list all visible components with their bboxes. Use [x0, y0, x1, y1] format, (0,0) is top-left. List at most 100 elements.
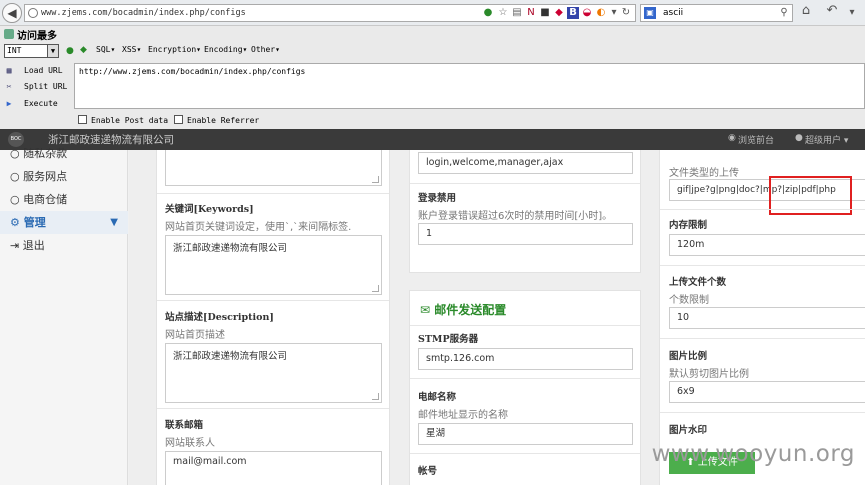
- allowed-methods-value: login,welcome,manager,ajax: [426, 157, 564, 168]
- split-url-button[interactable]: ✂ Split URL: [0, 79, 70, 95]
- sender-input[interactable]: 星湖: [418, 423, 633, 445]
- menu-other[interactable]: Other▾: [251, 45, 280, 54]
- textarea-top[interactable]: [165, 150, 382, 186]
- divider: [660, 209, 865, 210]
- addon-red-icon[interactable]: ◆: [553, 7, 565, 19]
- hackbar-type-select[interactable]: INT ▼: [4, 44, 59, 58]
- sender-value: 星湖: [426, 428, 446, 439]
- general-config-panel: 关键词[Keywords] 网站首页关键词设定，使用`,`来间隔标签. 浙江邮政…: [156, 150, 390, 485]
- mail-section-title: ✉ 邮件发送配置: [420, 301, 506, 318]
- load-url-button[interactable]: ▦ Load URL: [0, 63, 70, 79]
- keywords-label: 关键词[Keywords]: [165, 204, 254, 215]
- smtp-input[interactable]: smtp.126.com: [418, 348, 633, 370]
- allowed-methods-input[interactable]: login,welcome,manager,ajax: [418, 152, 633, 174]
- keywords-value: 浙江邮政速递物流有限公司: [173, 243, 288, 254]
- url-text: www.zjems.com/bocadmin/index.php/configs: [41, 8, 246, 18]
- upload-config-panel: 文件类型的上传 gif|jpe?g|png|doc?|mp?|zip|pdf|p…: [659, 150, 865, 485]
- addon-shield-icon[interactable]: ◐: [595, 7, 607, 19]
- enable-referrer-checkbox[interactable]: Enable Referrer: [174, 115, 259, 126]
- enable-post-label: Enable Post data: [91, 116, 169, 125]
- email-textarea[interactable]: mail@mail.com: [165, 451, 382, 485]
- home-icon[interactable]: ⌂: [800, 4, 812, 17]
- decrease-icon[interactable]: ●: [66, 46, 74, 56]
- file-count-hint: 个数限制: [669, 295, 709, 306]
- history-back-icon[interactable]: ↶: [826, 4, 838, 17]
- user-icon: ●: [795, 133, 803, 143]
- hackbar-url-textarea[interactable]: http://www.zjems.com/bocadmin/index.php/…: [74, 63, 865, 109]
- back-icon[interactable]: ◀: [2, 3, 22, 23]
- sidebar-item-label: 管理: [23, 216, 46, 229]
- search-engine-icon: ▣: [644, 7, 656, 19]
- file-count-input[interactable]: 10: [669, 307, 865, 329]
- enable-referrer-label: Enable Referrer: [187, 116, 260, 125]
- view-front-icon: ◉: [728, 133, 736, 143]
- ban-label: 登录禁用: [418, 193, 457, 204]
- keywords-textarea[interactable]: 浙江邮政速递物流有限公司: [165, 235, 382, 295]
- search-input[interactable]: ▣ ascii: [640, 4, 793, 22]
- image-watermark-label: 图片水印: [669, 425, 708, 436]
- addon-b-icon[interactable]: B: [567, 7, 579, 19]
- sidebar: ○ 随私杂款 ○ 服务网点 ○ 电商仓储 ⚙ 管理 ▼ ⇥ 退出: [0, 147, 128, 485]
- login-config-panel: login,welcome,manager,ajax 登录禁用 账户登录错误超过…: [409, 150, 641, 273]
- file-count-value: 10: [677, 312, 690, 323]
- go-icon[interactable]: ●: [482, 7, 494, 19]
- image-ratio-input[interactable]: 6x9: [669, 381, 865, 403]
- reader-icon[interactable]: ▤: [511, 7, 523, 19]
- browser-toolbar: ◀ www.zjems.com/bocadmin/index.php/confi…: [0, 0, 865, 26]
- increase-icon[interactable]: ◆: [80, 45, 87, 55]
- sidebar-item-label: 电商仓储: [23, 193, 68, 206]
- description-hint: 网站首页描述: [165, 330, 225, 341]
- menu-encoding[interactable]: Encoding▾: [204, 45, 247, 54]
- memory-value: 120m: [677, 239, 705, 250]
- config-content: 关键词[Keywords] 网站首页关键词设定，使用`,`来间隔标签. 浙江邮政…: [129, 150, 865, 485]
- sidebar-item-service-points[interactable]: ○ 服务网点: [0, 165, 128, 188]
- menu-sql[interactable]: SQL▾: [96, 45, 115, 54]
- addon-pocket-icon[interactable]: ◒: [581, 7, 593, 19]
- user-menu[interactable]: 超级用户 ▾: [805, 133, 848, 146]
- menu-dropdown-icon[interactable]: ▾: [846, 7, 858, 19]
- file-count-label: 上传文件个数: [669, 277, 727, 288]
- divider: [660, 338, 865, 339]
- execute-button[interactable]: ▶ Execute: [0, 96, 70, 112]
- sidebar-item-warehouse[interactable]: ○ 电商仓储: [0, 188, 128, 211]
- sidebar-item-logout[interactable]: ⇥ 退出: [0, 234, 128, 257]
- app-header: BOC 浙江邮政速递物流有限公司 ◉ 浏览前台 ● 超级用户 ▾: [0, 129, 865, 150]
- bookmark-icon: [4, 29, 14, 39]
- split-url-icon: ✂: [6, 82, 12, 91]
- most-visited-link[interactable]: 访问最多: [17, 27, 57, 42]
- hackbar-url-text: http://www.zjems.com/bocadmin/index.php/…: [79, 67, 306, 76]
- view-front-link[interactable]: 浏览前台: [738, 133, 774, 146]
- smtp-label: STMP服务器: [418, 334, 479, 345]
- star-icon[interactable]: ☆: [497, 7, 509, 19]
- circle-icon: ○: [10, 147, 20, 160]
- sidebar-item-manage[interactable]: ⚙ 管理 ▼: [0, 211, 128, 234]
- image-ratio-label: 图片比例: [669, 351, 708, 362]
- load-url-label: Load URL: [24, 66, 63, 75]
- memory-input[interactable]: 120m: [669, 234, 865, 256]
- dropdown-icon[interactable]: ▾: [608, 7, 620, 19]
- sender-label: 电邮名称: [418, 392, 457, 403]
- sidebar-item-0[interactable]: ○ 随私杂款: [0, 142, 128, 165]
- menu-xss[interactable]: XSS▾: [122, 45, 141, 54]
- watermark-text: www.wooyun.org: [651, 441, 855, 467]
- addon-n-icon[interactable]: N: [525, 7, 537, 19]
- divider: [410, 453, 640, 454]
- mail-section-title-text: 邮件发送配置: [434, 303, 507, 317]
- menu-encryption[interactable]: Encryption▾: [148, 45, 201, 54]
- addon-box-icon[interactable]: ■: [539, 7, 551, 19]
- reload-icon[interactable]: ↻: [620, 7, 632, 19]
- bookmarks-bar: 访问最多: [0, 26, 865, 42]
- envelope-icon: ✉: [420, 303, 431, 317]
- chevron-down-icon: ▼: [110, 217, 118, 228]
- keywords-hint: 网站首页关键词设定，使用`,`来间隔标签.: [165, 222, 352, 233]
- execute-label: Execute: [24, 99, 58, 108]
- description-value: 浙江邮政速递物流有限公司: [173, 351, 288, 362]
- enable-post-checkbox[interactable]: Enable Post data: [78, 115, 168, 126]
- ban-hours-input[interactable]: 1: [418, 223, 633, 245]
- search-icon[interactable]: ⚲: [778, 7, 790, 19]
- description-textarea[interactable]: 浙江邮政速递物流有限公司: [165, 343, 382, 403]
- divider: [660, 412, 865, 413]
- hackbar-type-value: INT: [7, 46, 22, 55]
- divider: [410, 183, 640, 184]
- smtp-value: smtp.126.com: [426, 353, 495, 364]
